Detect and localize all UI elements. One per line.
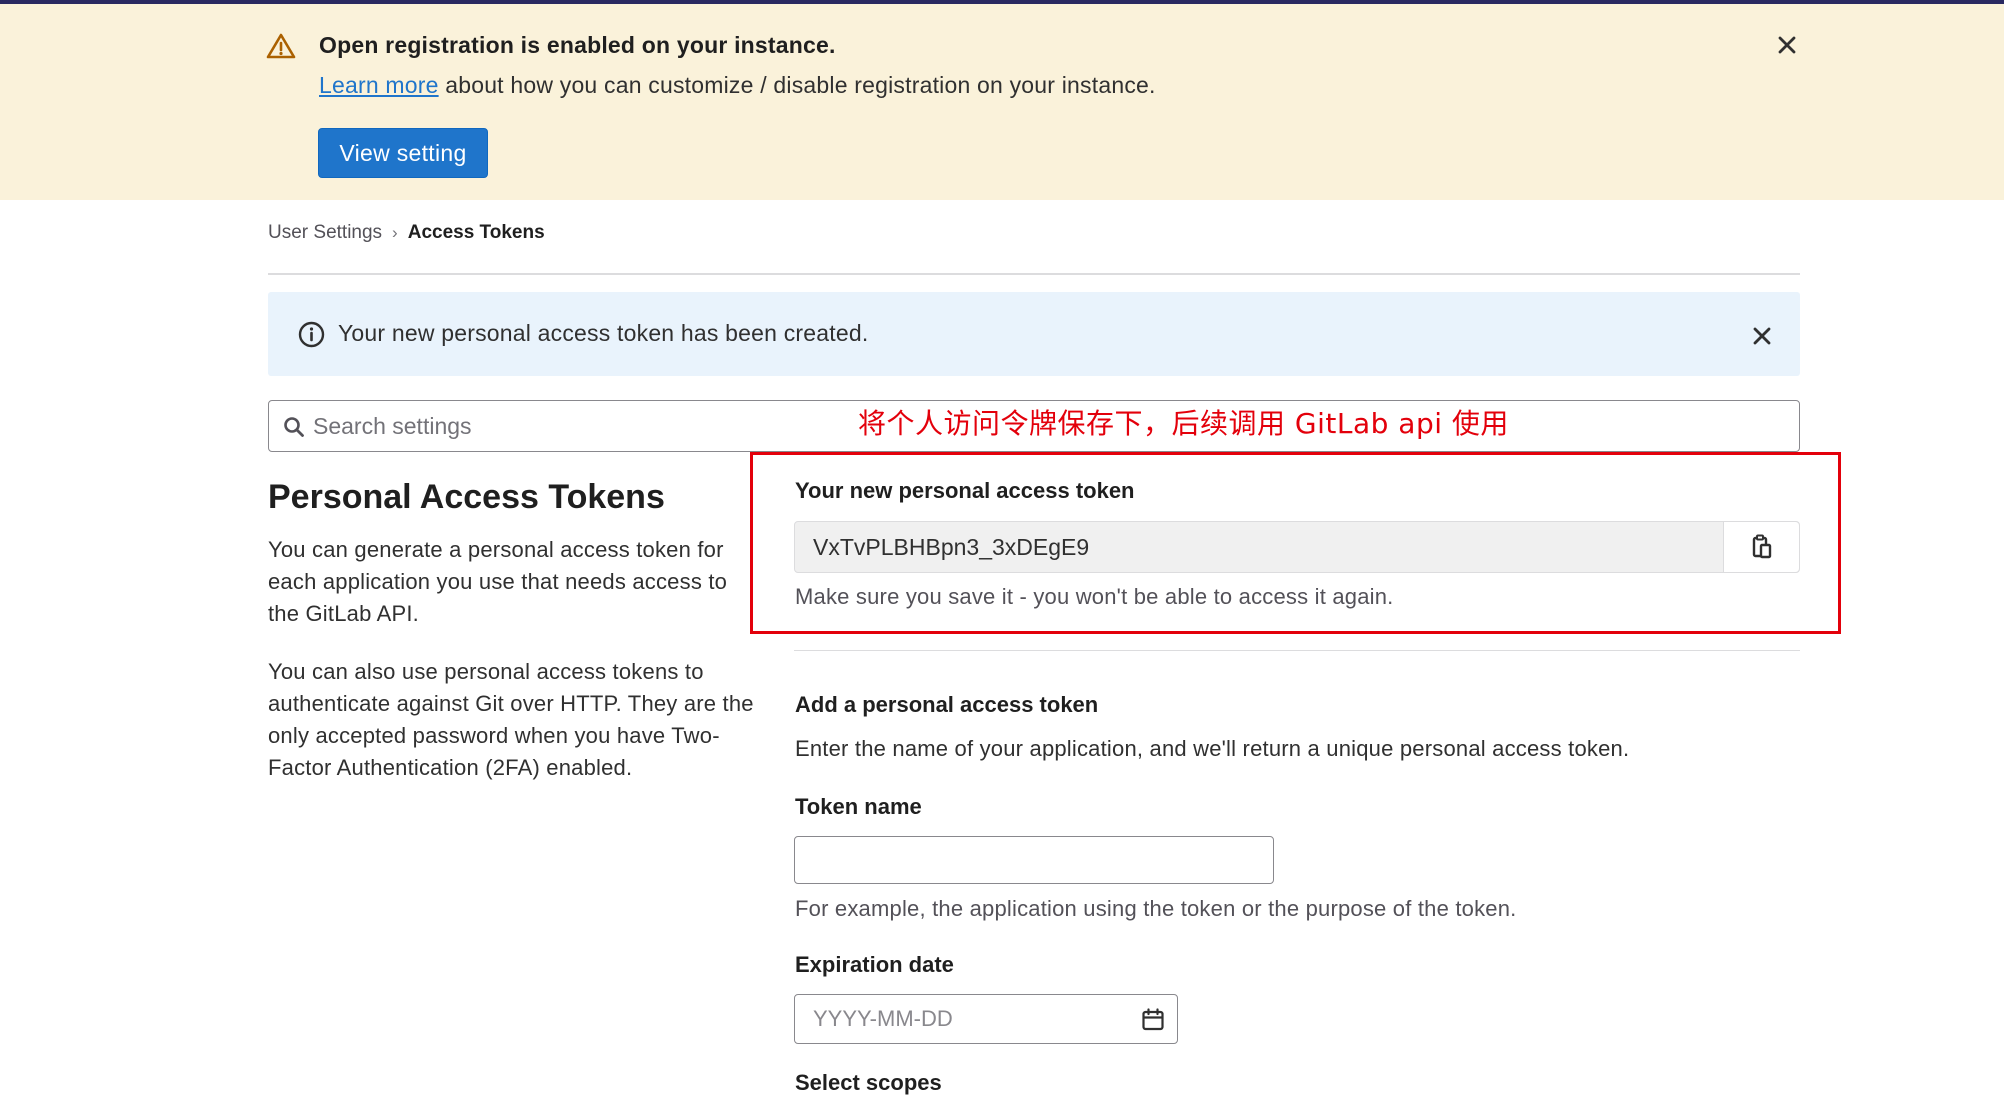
warning-icon: [266, 33, 296, 59]
add-token-description: Enter the name of your application, and …: [795, 736, 1630, 761]
banner-description-text: about how you can customize / disable re…: [438, 72, 1156, 98]
registration-banner: Open registration is enabled on your ins…: [0, 4, 2004, 200]
search-icon: [284, 417, 304, 437]
banner-description: Learn more about how you can customize /…: [319, 72, 1156, 99]
token-name-help: For example, the application using the t…: [795, 896, 1517, 921]
banner-title: Open registration is enabled on your ins…: [319, 32, 836, 58]
calendar-icon[interactable]: [1141, 1008, 1165, 1032]
divider: [794, 650, 1800, 651]
new-token-field: [794, 521, 1800, 573]
info-alert: Your new personal access token has been …: [268, 292, 1800, 376]
clipboard-icon: [1752, 534, 1771, 559]
close-icon[interactable]: [1752, 326, 1772, 346]
token-save-warning: Make sure you save it - you won't be abl…: [795, 584, 1394, 609]
add-token-title: Add a personal access token: [795, 692, 1099, 717]
learn-more-link[interactable]: Learn more: [319, 72, 439, 98]
new-token-label: Your new personal access token: [795, 478, 1135, 503]
token-name-label: Token name: [795, 794, 922, 819]
breadcrumb-current[interactable]: Access Tokens: [408, 222, 545, 244]
view-setting-button[interactable]: View setting: [318, 128, 488, 178]
breadcrumb: User Settings › Access Tokens: [268, 222, 545, 244]
expiration-date-field[interactable]: [794, 994, 1178, 1044]
annotation-text: 将个人访问令牌保存下，后续调用 GitLab api 使用: [858, 407, 1509, 440]
breadcrumb-user-settings[interactable]: User Settings: [268, 222, 382, 244]
copy-token-button[interactable]: [1723, 522, 1799, 572]
new-token-input[interactable]: [795, 522, 1723, 572]
section-description: You can generate a personal access token…: [268, 537, 728, 626]
info-message: Your new personal access token has been …: [338, 320, 869, 346]
expiration-date-input[interactable]: [795, 995, 1125, 1043]
breadcrumb-separator: ›: [392, 223, 398, 242]
section-description-2fa: You can also use personal access tokens …: [268, 659, 754, 780]
divider: [268, 273, 1800, 275]
info-circle-icon: [298, 321, 325, 348]
select-scopes-label: Select scopes: [795, 1070, 942, 1095]
section-title: Personal Access Tokens: [268, 478, 665, 516]
token-name-input[interactable]: [794, 836, 1274, 884]
expiration-date-label: Expiration date: [795, 952, 954, 977]
close-icon[interactable]: [1774, 32, 1800, 58]
